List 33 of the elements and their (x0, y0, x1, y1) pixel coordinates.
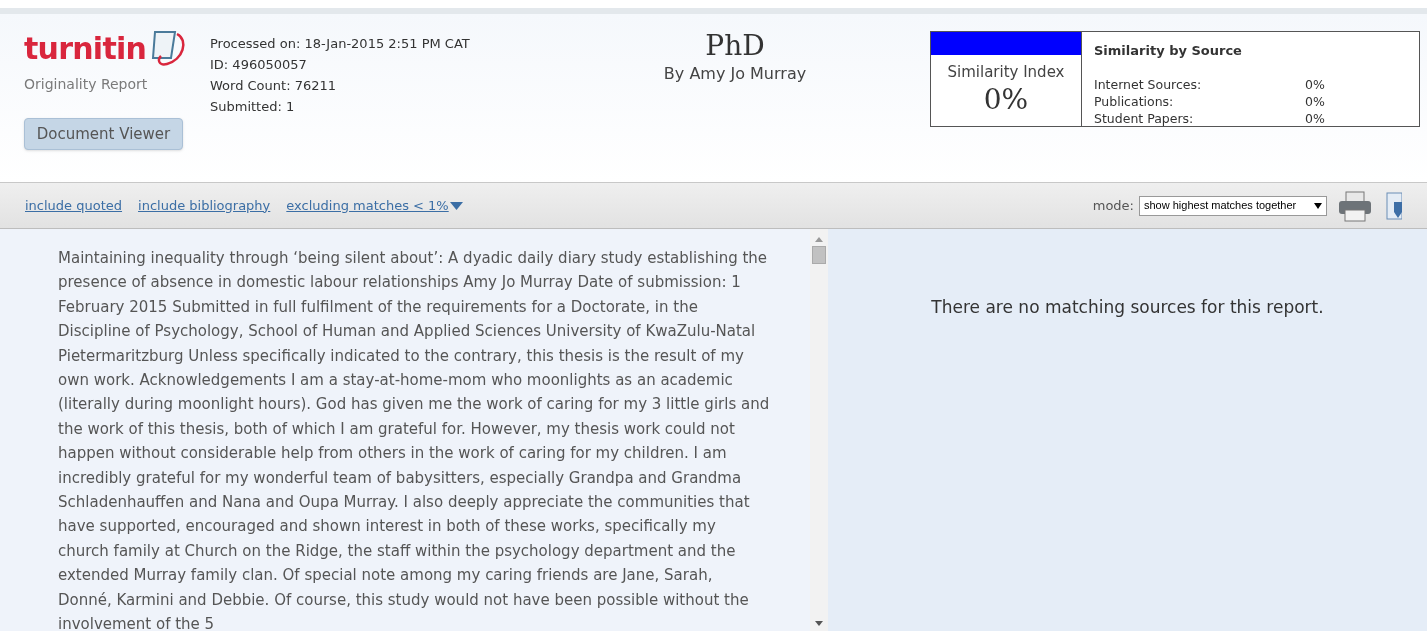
document-viewer-button[interactable]: Document Viewer (24, 118, 183, 150)
download-document-icon[interactable] (1386, 189, 1402, 222)
source-label: Student Papers: (1094, 109, 1195, 127)
report-meta-text: Submitted: 1 (210, 98, 296, 116)
no-sources-message: There are no matching sources for this report. (931, 296, 1324, 317)
document-text: Maintaining inequality through ‘being silent about’: A dyadic daily diary study establishing the presence of absence in domestic labour relationships Amy Jo Murray Date of submission: 1 February 2015 Submitted in full fulfilment of the requirements for a Doctorate, in the Discipline of Psychology, School of Human and Applied Sciences University of KwaZulu-Natal Pietermaritzburg Unless specifically indicated to the contrary, this thesis is the result of my own work. Acknowledgements I am a stay-at-home-mom who moonlights as an academic (literally during moonlight hours). God has given me the work of caring for my 3 little girls and the work of this thesis, both of which I am grateful for. However, my thesis work could not happen without considerable help from others in the work of caring for my children. I am incredibly grateful for my wonderful team of babysitters, especially Grandpa and Grandma Schladenhauffen and Nana and Oupa Murray. I also deeply appreciate the communities that have supported, encouraged and shown interest in both of these works, specifically my church family at Church on the Ridge, the staff within the psychology department and the extended Murray family clan. Of special note among my caring friends are Jane, Sarah, Donné, Karmini and Debbie. Of course, this study would not have been possible without the involvement of the 5 (58, 248, 770, 631)
filter-link[interactable]: include quoted (25, 195, 123, 216)
source-label: Internet Sources: (1094, 75, 1203, 93)
mode-select[interactable]: show highest matches together (1139, 195, 1327, 216)
document-author: By Amy Jo Murray (663, 63, 807, 85)
dropdown-caret-icon (1314, 202, 1322, 209)
similarity-index-value: 0% (983, 83, 1029, 116)
scroll-up-icon[interactable] (815, 237, 823, 242)
source-percent: 0% (1305, 109, 1325, 127)
report-meta-text: ID: 496050057 (210, 56, 308, 74)
source-label: Publications: (1094, 92, 1175, 110)
logo-wordmark: turnitin (24, 31, 147, 67)
source-percent: 0% (1305, 75, 1325, 93)
report-meta-text: Processed on: 18-Jan-2015 2:51 PM CAT (210, 35, 471, 53)
scroll-down-icon[interactable] (815, 621, 823, 626)
similarity-index-label: Similarity Index (947, 62, 1065, 83)
print-icon[interactable] (1338, 189, 1372, 222)
report-subtitle: Originality Report (24, 75, 149, 94)
filter-link[interactable]: excluding matches < 1% (286, 195, 449, 216)
mode-label: mode: (1092, 196, 1134, 215)
scrollbar[interactable] (810, 229, 828, 631)
scrollbar-thumb[interactable] (812, 246, 826, 264)
caret-icon[interactable] (449, 201, 463, 210)
source-percent: 0% (1305, 92, 1325, 110)
document-title: PhD (705, 30, 765, 62)
report-meta-text: Word Count: 76211 (210, 77, 338, 95)
similarity-source-title: Similarity by Source (1094, 42, 1243, 60)
filter-link[interactable]: include bibliography (138, 195, 271, 216)
